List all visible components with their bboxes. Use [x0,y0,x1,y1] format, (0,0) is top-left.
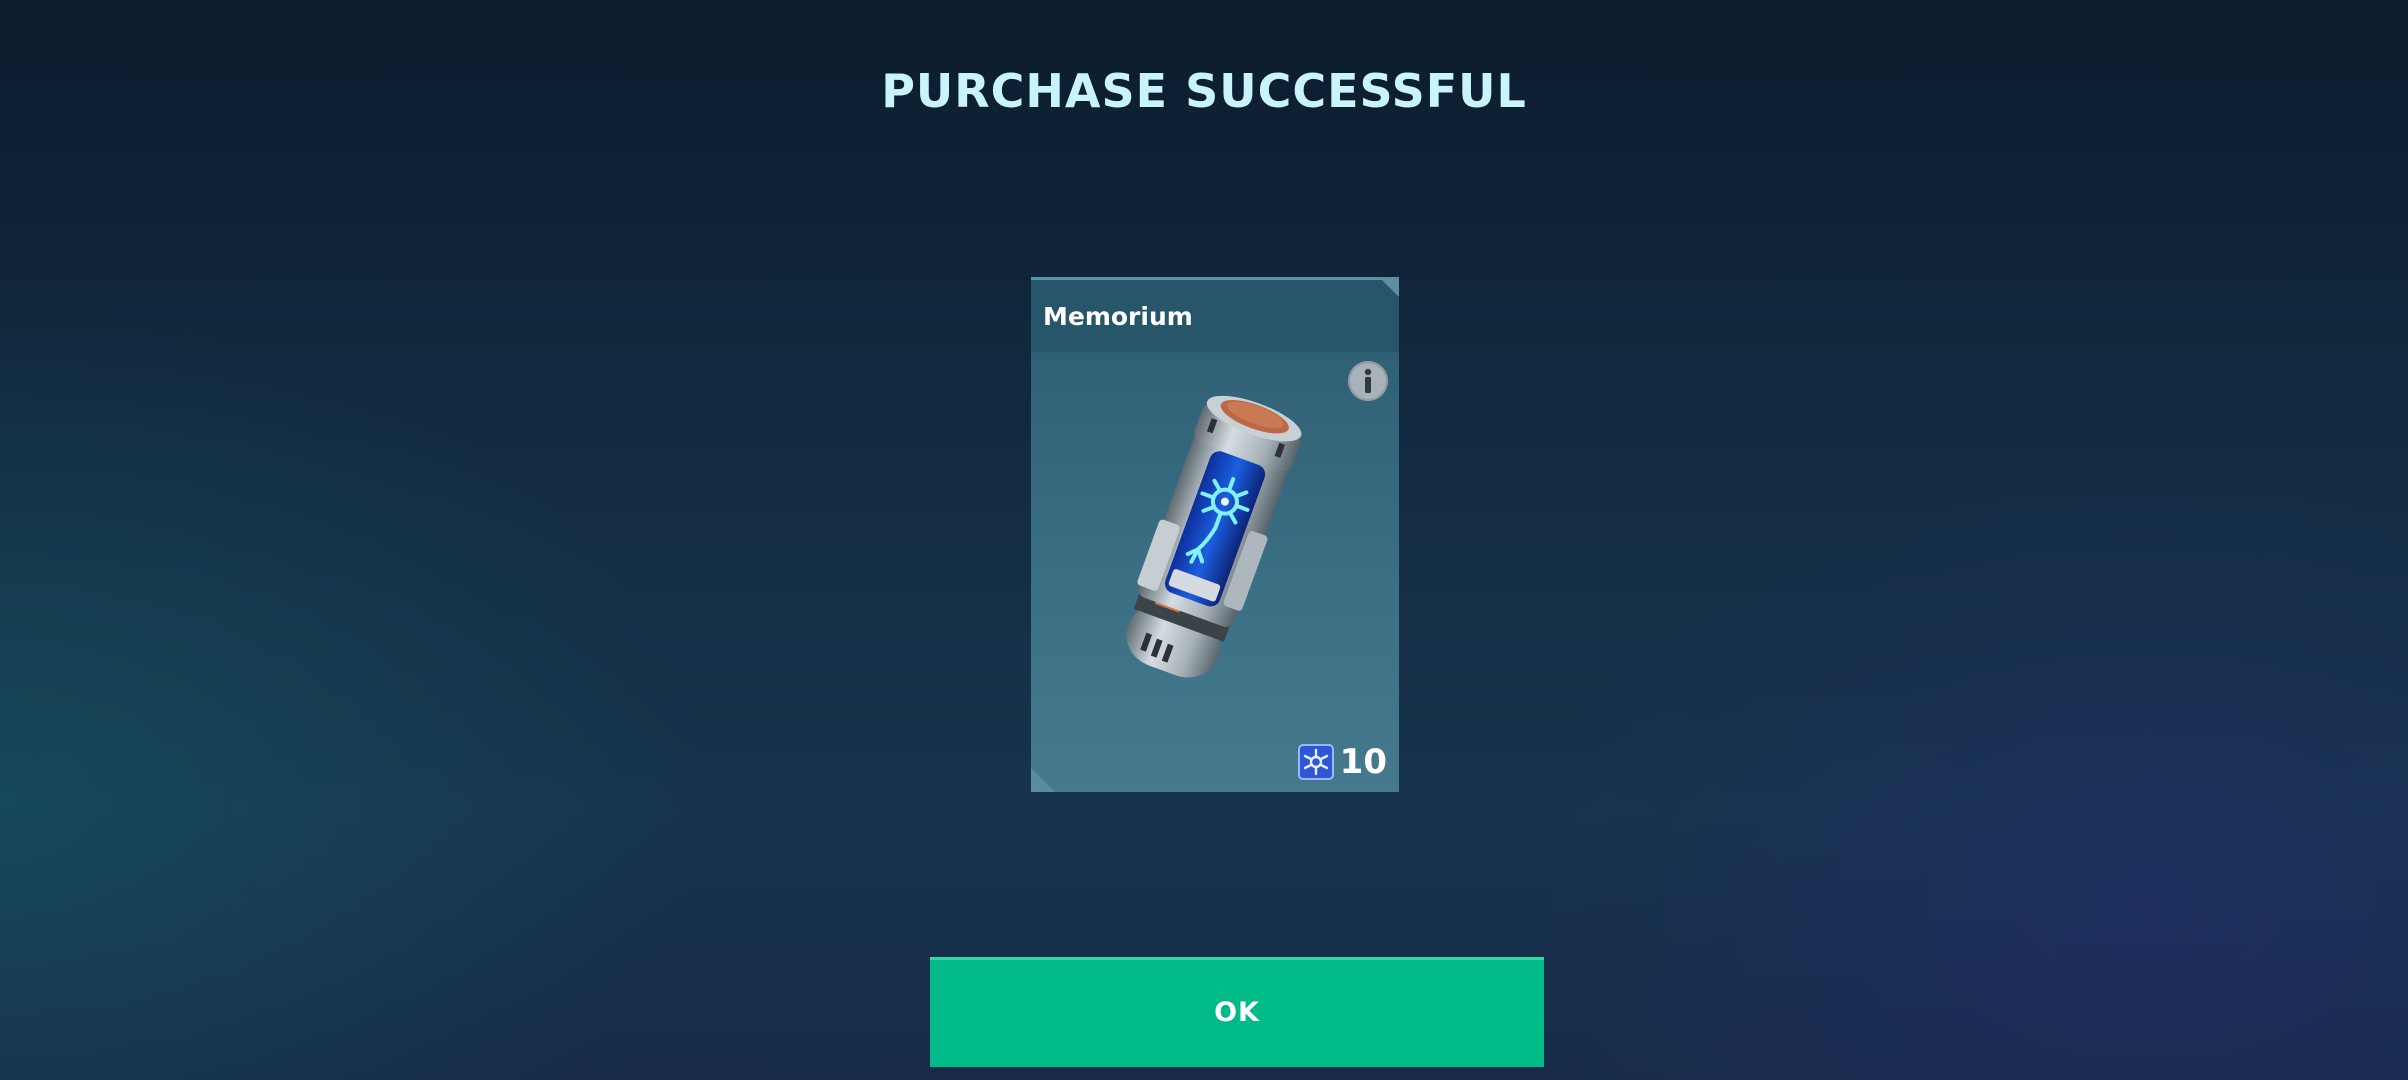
info-icon [1364,368,1372,393]
ok-button[interactable]: OK [930,957,1544,1067]
item-card: Memorium 10 [1031,277,1399,792]
card-corner-decoration [1379,277,1399,297]
memorium-canister-icon [1126,395,1302,678]
dialog-title: PURCHASE SUCCESSFUL [881,64,1527,118]
item-price: 10 [1297,742,1387,782]
price-amount: 10 [1339,742,1387,782]
card-corner-decoration [1031,768,1055,792]
card-header: Memorium [1031,280,1399,352]
info-button[interactable] [1348,361,1388,401]
item-name: Memorium [1043,302,1193,331]
blue-currency-icon [1297,744,1334,780]
